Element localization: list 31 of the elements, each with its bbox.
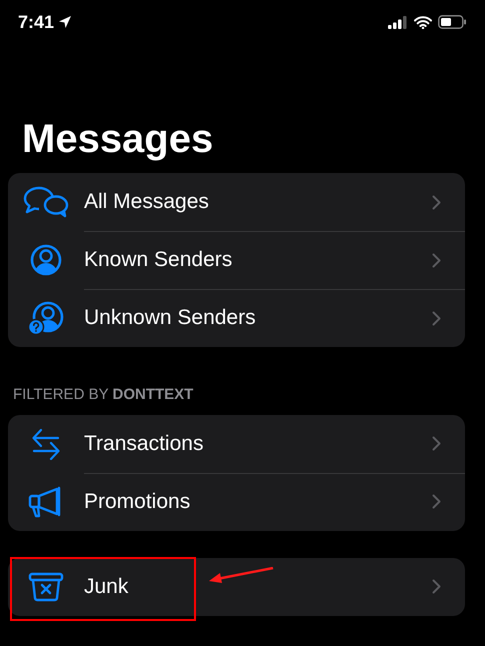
- row-label: Promotions: [84, 488, 190, 515]
- chevron-icon: [432, 579, 441, 594]
- swap-arrows-icon: [31, 428, 61, 460]
- row-label: All Messages: [84, 189, 209, 216]
- page-title: Messages: [22, 116, 214, 163]
- list-row[interactable]: All Messages: [8, 173, 465, 231]
- section-header: FILTERED BY DONTTEXT: [13, 385, 194, 405]
- chevron-icon: [432, 310, 441, 326]
- pointer-arrow-icon: [208, 566, 274, 584]
- battery-icon: [438, 15, 467, 29]
- wifi-icon: [414, 16, 432, 28]
- chevron-icon: [432, 436, 441, 451]
- row-label: Transactions: [84, 430, 204, 457]
- status-time: 7:41: [18, 10, 54, 34]
- row-label: Junk: [84, 574, 128, 600]
- signal-icon: [388, 16, 408, 28]
- chevron-icon: [432, 252, 441, 268]
- list-row[interactable]: Unknown Senders: [8, 289, 465, 347]
- row-label: Known Senders: [84, 247, 232, 274]
- junk-bin-icon: [28, 572, 64, 602]
- person-circle-icon: [30, 244, 62, 276]
- list-row[interactable]: Transactions: [8, 414, 465, 472]
- speech-bubbles-icon: [23, 186, 69, 218]
- list-row[interactable]: Promotions: [8, 472, 465, 530]
- chevron-icon: [432, 494, 441, 509]
- person-question-icon: [28, 301, 64, 335]
- list-row[interactable]: Known Senders: [8, 231, 465, 289]
- location-arrow-icon: [58, 15, 72, 29]
- chevron-icon: [432, 194, 441, 210]
- list-row[interactable]: Junk: [8, 558, 465, 616]
- row-label: Unknown Senders: [84, 305, 256, 332]
